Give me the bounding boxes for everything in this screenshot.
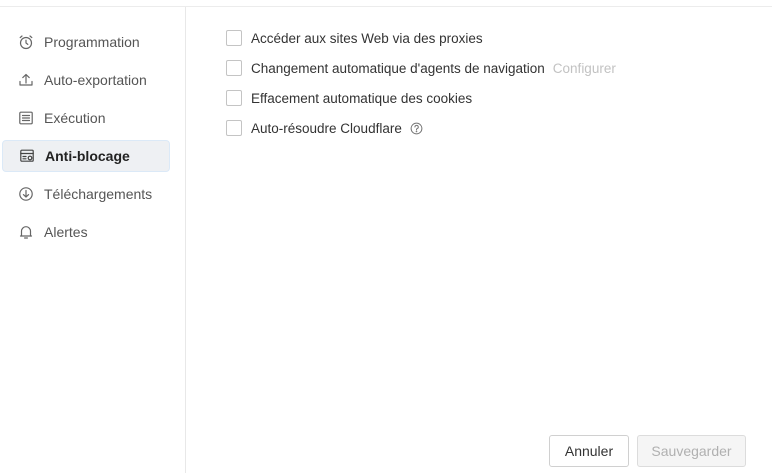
sidebar-item-label: Programmation <box>44 34 140 50</box>
sidebar-item-alertes[interactable]: Alertes <box>2 216 170 248</box>
sidebar-item-execution[interactable]: Exécution <box>2 102 170 134</box>
option-cloudflare: Auto-résoudre Cloudflare <box>226 118 423 138</box>
download-circle-icon <box>18 186 34 202</box>
option-label: Auto-résoudre Cloudflare <box>251 120 402 136</box>
save-button[interactable]: Sauvegarder <box>637 435 746 467</box>
sidebar-item-label: Téléchargements <box>44 186 153 202</box>
settings-content: Accéder aux sites Web via des proxies Ch… <box>186 7 772 473</box>
browser-shield-icon <box>19 148 35 164</box>
sidebar-item-telechargements[interactable]: Téléchargements <box>2 178 170 210</box>
bell-icon <box>18 224 34 240</box>
option-label: Effacement automatique des cookies <box>251 90 473 106</box>
sidebar-item-auto-export[interactable]: Auto-exportation <box>2 64 170 96</box>
sidebar-item-label: Anti-blocage <box>45 148 130 164</box>
sidebar-item-label: Alertes <box>44 224 88 240</box>
proxies-checkbox[interactable] <box>226 30 242 46</box>
settings-sidebar: Programmation Auto-exportation Exécution… <box>0 7 186 473</box>
option-user-agent-rotation: Changement automatique d'agents de navig… <box>226 58 616 78</box>
cloudflare-checkbox[interactable] <box>226 120 242 136</box>
list-icon <box>18 110 34 126</box>
option-clear-cookies: Effacement automatique des cookies <box>226 88 472 108</box>
sidebar-item-programmation[interactable]: Programmation <box>2 26 170 58</box>
question-circle-icon[interactable] <box>410 122 423 135</box>
cookies-checkbox[interactable] <box>226 90 242 106</box>
sidebar-item-anti-blocage[interactable]: Anti-blocage <box>2 140 170 172</box>
option-label: Accéder aux sites Web via des proxies <box>251 30 483 46</box>
alarm-clock-icon <box>18 34 34 50</box>
user-agent-checkbox[interactable] <box>226 60 242 76</box>
sidebar-item-label: Auto-exportation <box>44 72 147 88</box>
sidebar-item-label: Exécution <box>44 110 106 126</box>
option-label: Changement automatique d'agents de navig… <box>251 60 545 76</box>
cancel-button[interactable]: Annuler <box>549 435 629 467</box>
configure-link[interactable]: Configurer <box>553 61 616 76</box>
option-proxies: Accéder aux sites Web via des proxies <box>226 28 483 48</box>
upload-icon <box>18 72 34 88</box>
